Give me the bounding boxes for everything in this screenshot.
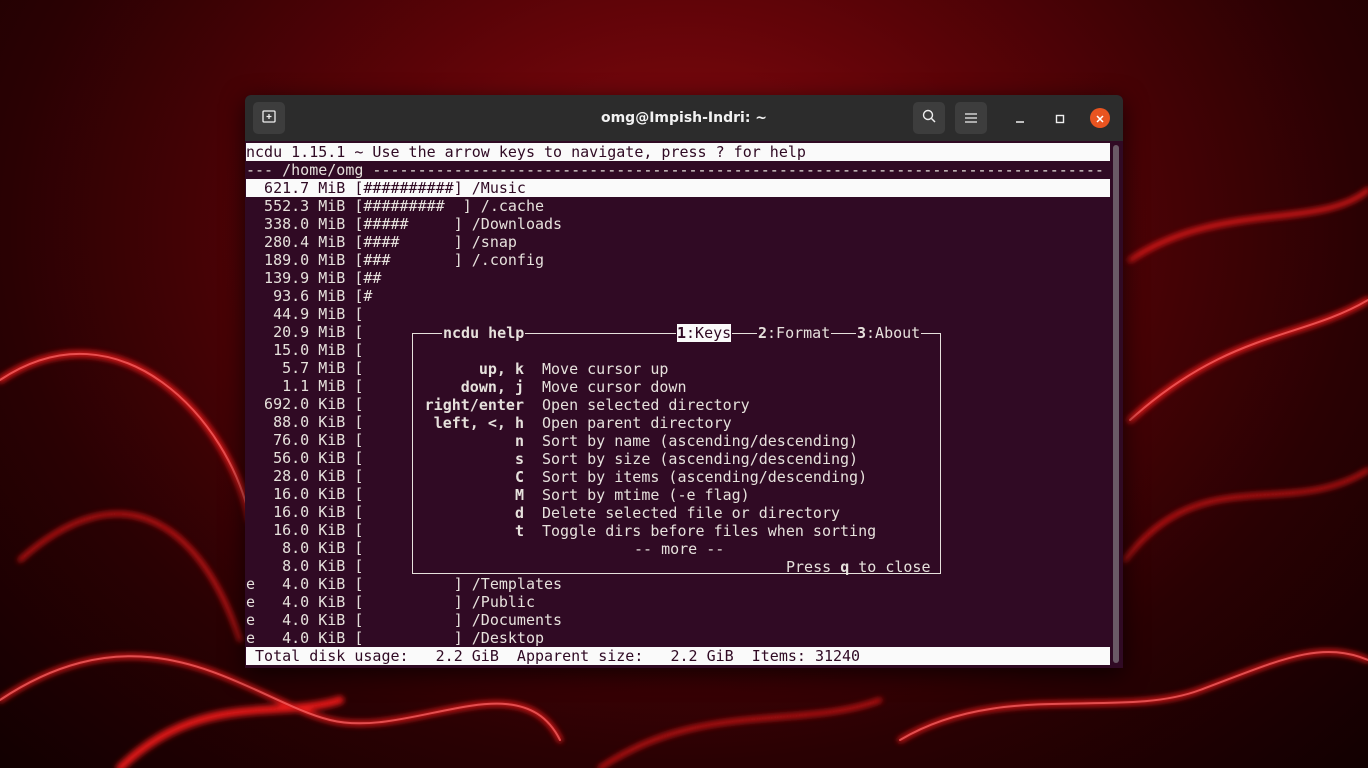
help-dialog: ncdu help 1:Keys 2:Format 3:About up, k … <box>412 324 942 576</box>
file-row[interactable]: 93.6 MiB [# <box>246 287 372 305</box>
minimize-icon <box>1015 109 1025 128</box>
file-row-selected[interactable]: 621.7 MiB [##########] /Music <box>246 179 1110 197</box>
file-row[interactable]: 56.0 KiB [ <box>246 449 363 467</box>
file-row[interactable]: e 4.0 KiB [ ] /Templates <box>246 575 562 593</box>
help-desc: Sort by name (ascending/descending) <box>542 432 859 450</box>
help-key: d <box>514 504 524 522</box>
close-icon <box>1095 109 1105 128</box>
window-title: omg@Impish-Indri: ~ <box>600 110 768 126</box>
help-key: n <box>514 432 524 450</box>
help-key: right/enter <box>424 396 524 414</box>
tab-keys[interactable]: 1:Keys <box>676 324 733 342</box>
file-row[interactable]: 280.4 MiB [#### ] /snap <box>246 233 517 251</box>
file-row[interactable]: 338.0 MiB [##### ] /Downloads <box>246 215 562 233</box>
help-desc: Delete selected file or directory <box>542 504 841 522</box>
maximize-icon <box>1055 109 1065 128</box>
help-key: up, k <box>478 360 524 378</box>
help-key: s <box>514 450 524 468</box>
tab-format[interactable]: 2:Format <box>757 324 832 342</box>
search-icon <box>921 108 937 128</box>
help-desc: Move cursor down <box>542 378 687 396</box>
file-row[interactable]: 15.0 MiB [ <box>246 341 363 359</box>
maximize-button[interactable] <box>1050 108 1070 128</box>
file-row[interactable]: 16.0 KiB [ <box>246 485 363 503</box>
minimize-button[interactable] <box>1010 108 1030 128</box>
help-key: C <box>514 468 524 486</box>
help-desc: Sort by size (ascending/descending) <box>542 450 859 468</box>
tab-about[interactable]: 3:About <box>856 324 922 342</box>
file-row[interactable]: 5.7 MiB [ <box>246 359 363 377</box>
help-desc: Open selected directory <box>542 396 750 414</box>
help-key: down, j <box>460 378 524 396</box>
file-row[interactable]: 16.0 KiB [ <box>246 521 363 539</box>
new-tab-button[interactable] <box>253 102 285 134</box>
help-key: left, <, h <box>433 414 524 432</box>
title-bar[interactable]: omg@Impish-Indri: ~ <box>245 95 1123 141</box>
help-close-hint: Press q to close <box>786 558 931 576</box>
file-row[interactable]: e 4.0 KiB [ ] /Desktop <box>246 629 544 647</box>
menu-button[interactable] <box>955 102 987 134</box>
help-desc: Sort by mtime (-e flag) <box>542 486 750 504</box>
status-bar: Total disk usage: 2.2 GiB Apparent size:… <box>246 647 1110 665</box>
ncdu-header: ncdu 1.15.1 ~ Use the arrow keys to navi… <box>246 143 1110 161</box>
file-row[interactable]: 189.0 MiB [### ] /.config <box>246 251 544 269</box>
scrollbar[interactable] <box>1113 145 1119 663</box>
file-row[interactable]: 20.9 MiB [ <box>246 323 363 341</box>
file-row[interactable]: 16.0 KiB [ <box>246 503 363 521</box>
file-row[interactable]: 44.9 MiB [ <box>246 305 363 323</box>
terminal-window: omg@Impish-Indri: ~ ncdu 1.15.1 ~ Use th… <box>245 95 1123 668</box>
help-key: M <box>514 486 524 504</box>
file-row[interactable]: 552.3 MiB [######### ] /.cache <box>246 197 544 215</box>
close-button[interactable] <box>1090 108 1110 128</box>
search-button[interactable] <box>913 102 945 134</box>
file-row[interactable]: 76.0 KiB [ <box>246 431 363 449</box>
current-path: --- /home/omg --------------------------… <box>246 161 1104 179</box>
help-desc: Toggle dirs before files when sorting <box>542 522 877 540</box>
file-row[interactable]: 692.0 KiB [ <box>246 395 363 413</box>
help-key: t <box>514 522 524 540</box>
file-row[interactable]: e 4.0 KiB [ ] /Public <box>246 593 535 611</box>
help-desc: Sort by items (ascending/descending) <box>542 468 868 486</box>
terminal-area[interactable]: ncdu 1.15.1 ~ Use the arrow keys to navi… <box>245 141 1111 668</box>
file-row[interactable]: 88.0 KiB [ <box>246 413 363 431</box>
file-row[interactable]: 1.1 MiB [ <box>246 377 363 395</box>
file-row[interactable]: 139.9 MiB [## <box>246 269 381 287</box>
file-row[interactable]: 28.0 KiB [ <box>246 467 363 485</box>
help-more: -- more -- <box>634 540 725 558</box>
help-title: ncdu help <box>442 324 526 342</box>
help-desc: Open parent directory <box>542 414 732 432</box>
help-desc: Move cursor up <box>542 360 669 378</box>
hamburger-menu-icon <box>964 109 978 128</box>
new-tab-icon <box>261 108 277 128</box>
file-row[interactable]: e 4.0 KiB [ ] /Documents <box>246 611 562 629</box>
